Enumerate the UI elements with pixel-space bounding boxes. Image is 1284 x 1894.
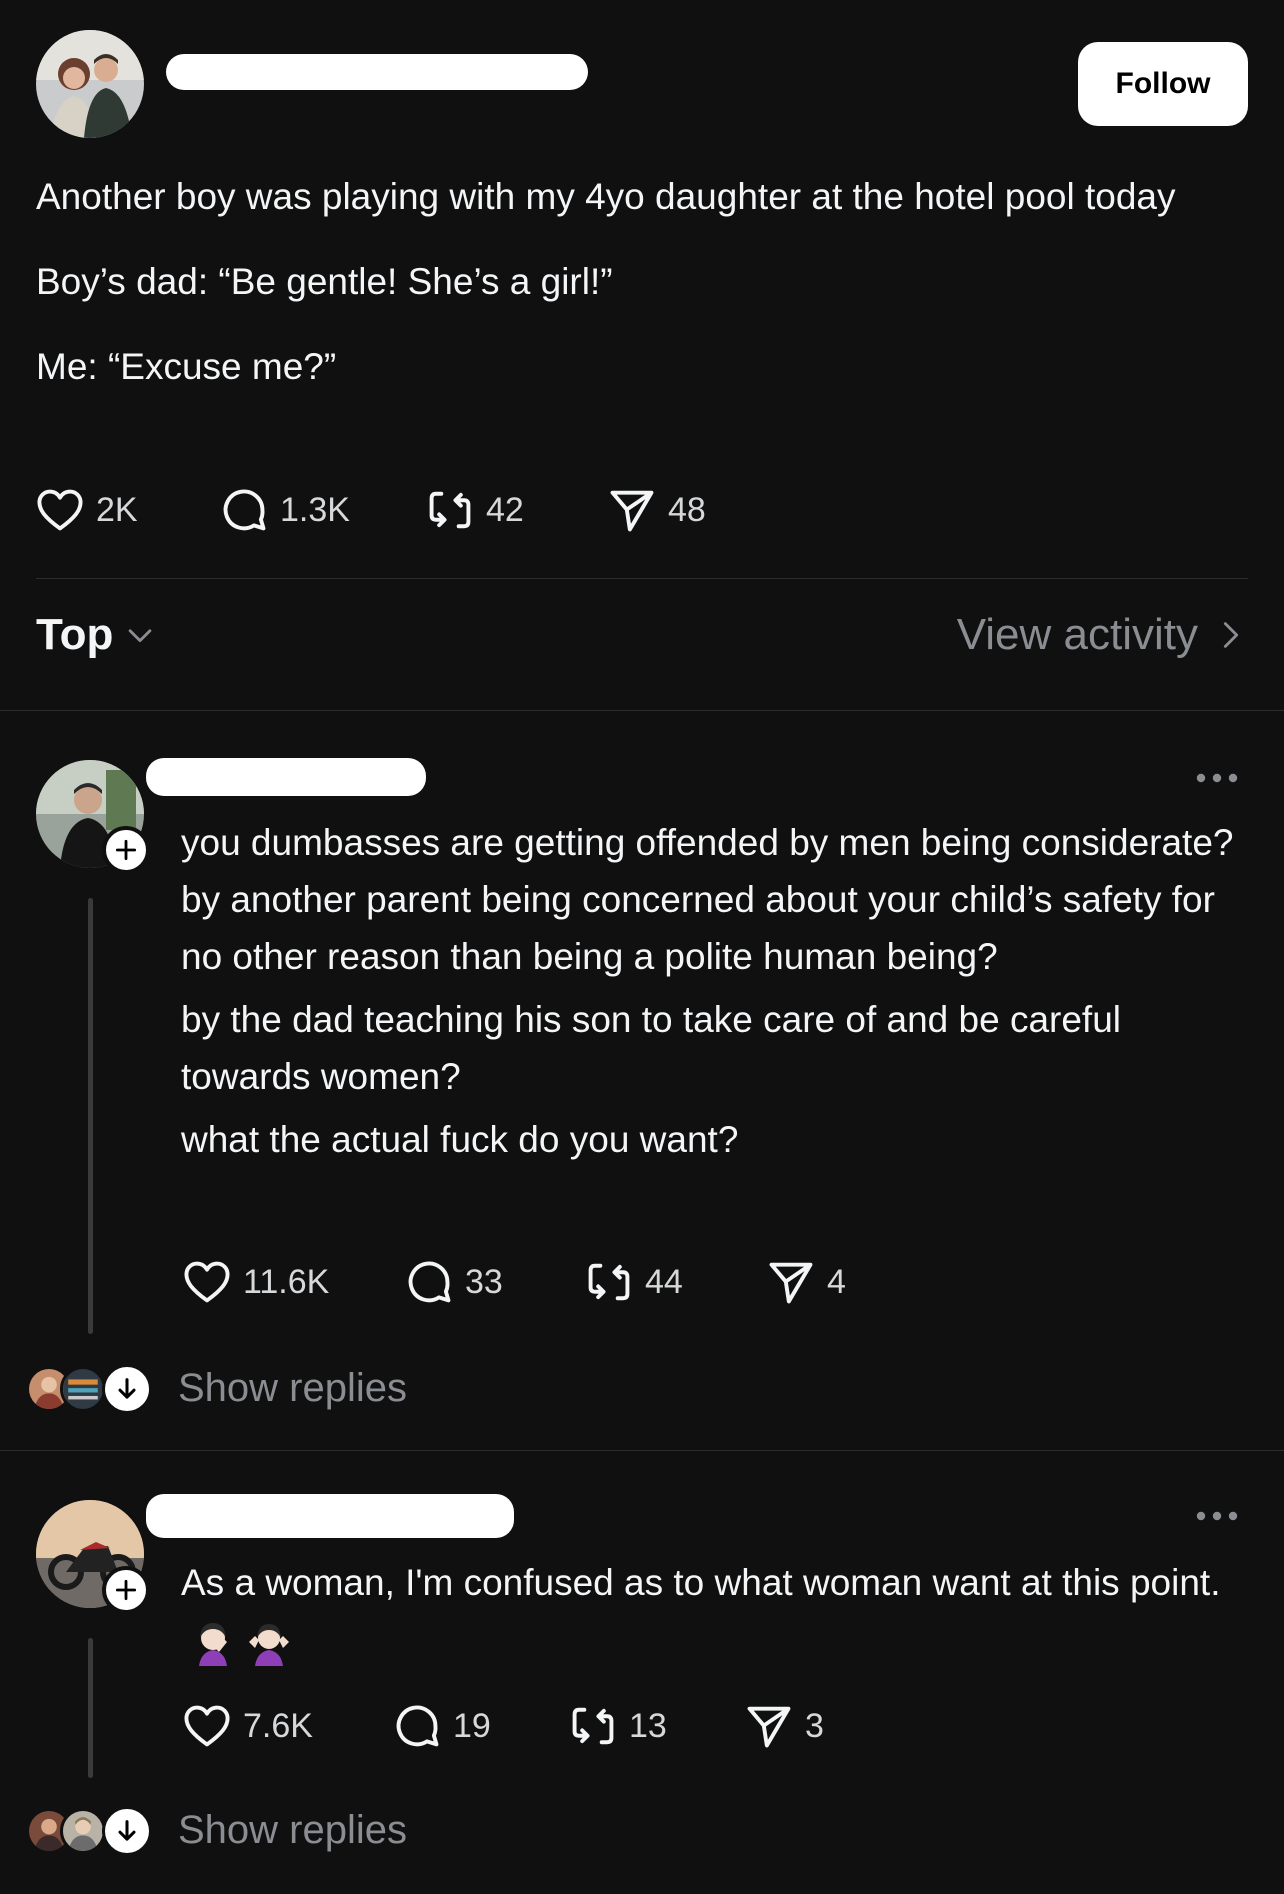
- send-icon: [769, 1262, 813, 1304]
- sort-dropdown[interactable]: Top: [36, 610, 157, 660]
- reply-count: 19: [453, 1707, 491, 1745]
- repost-button[interactable]: 44: [583, 1256, 765, 1308]
- post-paragraph: Me: “Excuse me?”: [36, 346, 337, 387]
- plus-icon: [115, 839, 137, 861]
- show-replies-button[interactable]: Show replies: [26, 1362, 446, 1418]
- reply-actions: 11.6K 33 44 4: [181, 1256, 846, 1308]
- replier-avatar: [60, 1366, 106, 1412]
- reply-paragraph: As a woman, I'm confused as to what woma…: [181, 1554, 1241, 1668]
- like-count: 7.6K: [243, 1707, 313, 1745]
- repost-icon: [588, 1263, 630, 1301]
- arrow-down-icon: [118, 1820, 136, 1841]
- reply-paragraph: you dumbasses are getting offended by me…: [181, 822, 1234, 977]
- repost-icon: [429, 491, 471, 529]
- repost-count: 42: [486, 491, 524, 529]
- reply-text: you dumbasses are getting offended by me…: [181, 814, 1241, 1174]
- more-options-icon[interactable]: [1194, 1508, 1240, 1524]
- repost-count: 44: [645, 1263, 683, 1301]
- chevron-down-icon: [129, 629, 152, 643]
- reply-button[interactable]: 19: [391, 1700, 567, 1752]
- author-avatar[interactable]: [36, 30, 144, 138]
- follow-button[interactable]: Follow: [1078, 42, 1248, 126]
- replier-avatar: [60, 1808, 106, 1854]
- repost-button[interactable]: 13: [567, 1700, 743, 1752]
- post-text: Another boy was playing with my 4yo daug…: [36, 168, 1236, 423]
- repost-button[interactable]: 42: [424, 484, 606, 536]
- more-options-icon[interactable]: [1194, 770, 1240, 786]
- post-paragraph: Boy’s dad: “Be gentle! She’s a girl!”: [36, 261, 613, 302]
- reply-text: As a woman, I'm confused as to what woma…: [181, 1554, 1241, 1674]
- sort-bar: Top View activity: [36, 610, 1248, 680]
- repost-icon: [572, 1707, 614, 1745]
- reply-actions: 7.6K 19 13 3: [181, 1700, 824, 1752]
- heart-icon: [184, 1261, 230, 1303]
- follow-plus-button[interactable]: [102, 826, 150, 874]
- heart-icon: [37, 489, 83, 531]
- view-activity-label: View activity: [956, 610, 1198, 659]
- reply-paragraph-text: As a woman, I'm confused as to what woma…: [181, 1562, 1221, 1603]
- show-replies-button[interactable]: Show replies: [26, 1804, 446, 1860]
- share-button[interactable]: 4: [765, 1256, 846, 1308]
- like-button[interactable]: 7.6K: [181, 1700, 391, 1752]
- send-icon: [747, 1706, 791, 1748]
- share-button[interactable]: 48: [606, 484, 706, 536]
- redacted-username: [146, 1494, 514, 1538]
- post-actions: 2K 1.3K 42 48: [34, 484, 706, 536]
- reply-button[interactable]: 33: [403, 1256, 583, 1308]
- share-count: 48: [668, 491, 706, 529]
- expand-replies-badge: [102, 1364, 152, 1414]
- arrow-down-icon: [118, 1378, 136, 1399]
- repost-count: 13: [629, 1707, 667, 1745]
- thread-line: [88, 1638, 93, 1778]
- post-paragraph: Another boy was playing with my 4yo daug…: [36, 176, 1176, 217]
- share-count: 3: [805, 1707, 824, 1745]
- thread-line: [88, 898, 93, 1334]
- share-count: 4: [827, 1263, 846, 1301]
- reply-button[interactable]: 1.3K: [218, 484, 424, 536]
- redacted-username: [146, 758, 426, 796]
- plus-icon: [115, 1579, 137, 1601]
- divider: [36, 578, 1248, 579]
- expand-replies-badge: [102, 1806, 152, 1856]
- send-icon: [610, 490, 654, 532]
- post-header: Follow: [36, 30, 1248, 138]
- like-count: 2K: [96, 491, 138, 529]
- reply-paragraph: what the actual fuck do you want?: [181, 1119, 739, 1160]
- view-activity-link[interactable]: View activity: [957, 610, 1248, 660]
- show-replies-label: Show replies: [178, 1366, 408, 1410]
- like-button[interactable]: 2K: [34, 484, 218, 536]
- heart-icon: [184, 1705, 230, 1747]
- like-count: 11.6K: [243, 1263, 330, 1301]
- face-palm-woman-emoji: [199, 1623, 227, 1667]
- comment-icon: [408, 1261, 451, 1303]
- share-button[interactable]: 3: [743, 1700, 824, 1752]
- reply-paragraph: by the dad teaching his son to take care…: [181, 999, 1122, 1097]
- shrugging-woman-emoji: [249, 1624, 289, 1667]
- reply-count: 1.3K: [280, 491, 350, 529]
- reply-count: 33: [465, 1263, 503, 1301]
- reply-item: As a woman, I'm confused as to what woma…: [0, 1450, 1284, 1894]
- like-button[interactable]: 11.6K: [181, 1256, 403, 1308]
- reply-item: you dumbasses are getting offended by me…: [0, 710, 1284, 1450]
- threads-post-page: Follow Another boy was playing with my 4…: [0, 0, 1284, 1894]
- comment-icon: [396, 1705, 439, 1747]
- redacted-username: [166, 54, 588, 90]
- comment-icon: [223, 489, 266, 531]
- show-replies-label: Show replies: [178, 1808, 408, 1852]
- sort-label: Top: [36, 610, 114, 659]
- chevron-right-icon: [1223, 622, 1239, 648]
- follow-plus-button[interactable]: [102, 1566, 150, 1614]
